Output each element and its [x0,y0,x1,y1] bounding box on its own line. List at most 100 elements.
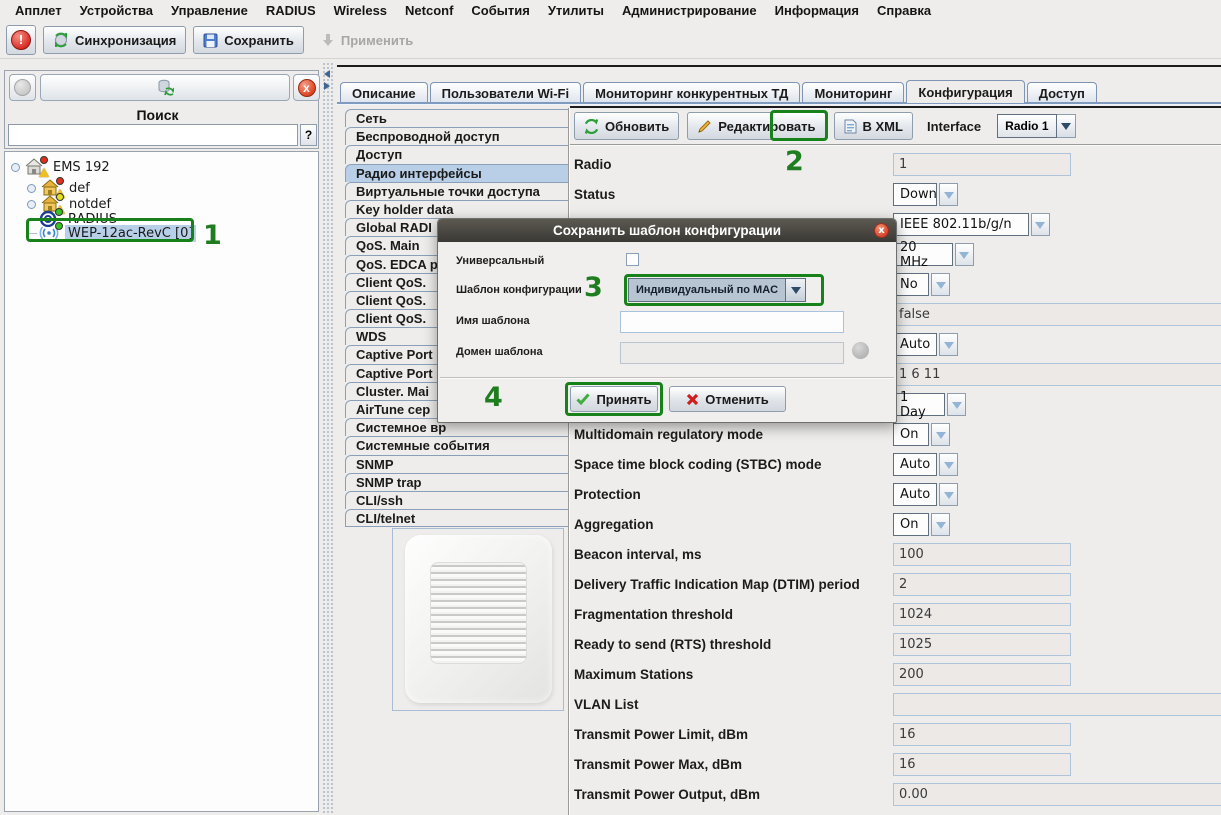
config-tab-cli-telnet[interactable]: CLI/telnet [345,509,569,527]
config-tab-cli-ssh[interactable]: CLI/ssh [345,491,569,509]
menu-item-radius[interactable]: RADIUS [257,1,325,20]
search-help-button[interactable]: ? [300,124,317,146]
menu-item-апплет[interactable]: Апплет [6,1,71,20]
tree-expand-handle[interactable] [27,200,36,209]
menu-item-информация[interactable]: Информация [766,1,868,20]
accept-button[interactable]: Принять [570,386,658,412]
chevron-down-icon[interactable] [1057,114,1076,138]
cancel-button[interactable]: Отменить [669,386,786,412]
form-row-field[interactable]: 1025 [893,633,1071,656]
config-tab-snmp-trap[interactable]: SNMP trap [345,473,569,491]
menu-item-справка[interactable]: Справка [868,1,940,20]
form-row-field[interactable]: 16 [893,723,1071,746]
form-row-field[interactable] [893,693,1221,716]
chevron-down-icon[interactable] [786,278,806,302]
form-row-field[interactable]: 16 [893,753,1071,776]
form-row-label: Aggregation [574,517,654,532]
config-tab-сеть[interactable]: Сеть [345,109,569,127]
form-row-field[interactable]: 100 [893,543,1071,566]
interface-select[interactable]: Radio 1 [997,114,1075,138]
chevron-down-icon[interactable] [939,483,958,506]
chevron-down-icon[interactable] [931,513,950,536]
tab-доступ[interactable]: Доступ [1027,82,1097,103]
sync-button[interactable]: Синхронизация [43,26,186,54]
chevron-down-icon[interactable] [947,393,966,416]
form-row-select[interactable]: 20 MHz [893,243,974,266]
menu-item-события[interactable]: События [462,1,538,20]
chevron-down-icon[interactable] [955,243,974,266]
tab-пользователи wi-fi[interactable]: Пользователи Wi-Fi [430,82,581,103]
form-row-field[interactable]: 2 [893,573,1071,596]
collapse-left-icon[interactable] [324,70,330,78]
config-tab-snmp[interactable]: SNMP [345,455,569,473]
chevron-down-icon[interactable] [931,423,950,446]
template-type-select[interactable]: Индивидуальный по MAC [628,278,806,302]
search-input[interactable] [8,124,298,146]
universal-checkbox[interactable] [626,253,639,266]
edit-button-label: Редактировать [718,119,815,134]
panel-splitter[interactable] [322,62,333,815]
menu-item-утилиты[interactable]: Утилиты [539,1,613,20]
form-row-field[interactable]: 200 [893,663,1071,686]
form-row-field[interactable]: 0.00 [893,783,1221,806]
to-xml-button-label: В XML [863,119,903,134]
menu-item-управление[interactable]: Управление [162,1,257,20]
menu-item-netconf[interactable]: Netconf [396,1,462,20]
menu-item-устройства[interactable]: Устройства [71,1,162,20]
chevron-down-icon[interactable] [939,183,958,206]
tab-мониторинг конкурентных тд[interactable]: Мониторинг конкурентных ТД [583,82,800,103]
form-row-select[interactable]: IEEE 802.11b/g/n [893,213,1050,236]
form-row-select[interactable]: No [893,273,950,296]
annotation-step-2: 2 [785,146,804,177]
form-row-select[interactable]: 1 Day [893,393,966,416]
close-tree-button[interactable]: x [293,74,320,101]
tab-мониторинг[interactable]: Мониторинг [802,82,904,103]
form-row-field[interactable]: 1 [893,153,1071,176]
config-tab-доступ[interactable]: Доступ [345,145,569,163]
chevron-down-icon[interactable] [931,273,950,296]
chevron-down-icon[interactable] [1031,213,1050,236]
add-button[interactable] [9,74,36,101]
config-tab-виртуальные-точки-доступа[interactable]: Виртуальные точки доступа [345,182,569,200]
form-row-select[interactable]: On [893,513,950,536]
tree-node-wep-12ac-revc-0-[interactable]: WEP-12ac-RevC [0] [27,224,196,242]
form-row-label: Space time block coding (STBC) mode [574,457,822,472]
menu-item-wireless[interactable]: Wireless [325,1,396,20]
dialog-close-button[interactable]: x [874,223,889,238]
to-xml-button[interactable]: В XML [834,112,913,140]
template-domain-input [620,342,844,364]
form-row-delivery-traffic-indication-map-dtim-period: Delivery Traffic Indication Map (DTIM) p… [570,570,1221,600]
tab-конфигурация[interactable]: Конфигурация [906,80,1024,103]
config-tab-беспроводной-доступ[interactable]: Беспроводной доступ [345,127,569,145]
form-row-select[interactable]: On [893,423,950,446]
refresh-button[interactable]: Обновить [574,112,679,140]
config-tab-key-holder-data[interactable]: Key holder data [345,200,569,218]
expand-right-icon[interactable] [324,82,330,90]
config-tab-радио-интерфейсы[interactable]: Радио интерфейсы [345,164,569,182]
database-sync-button[interactable] [40,74,290,101]
alarm-button[interactable]: ! [6,25,36,55]
form-row-field[interactable]: 1024 [893,603,1071,626]
dialog-titlebar[interactable]: Сохранить шаблон конфигурации x [438,219,896,242]
template-name-input[interactable] [620,311,844,333]
form-row-field[interactable]: 1 6 11 [893,363,1221,386]
form-row-select[interactable]: Auto [893,453,958,476]
form-row-select[interactable]: Auto [893,483,958,506]
tree-connector [27,233,37,234]
accept-button-label: Принять [596,392,651,407]
config-tab-системные-события[interactable]: Системные события [345,436,569,454]
save-button[interactable]: Сохранить [193,26,304,54]
form-row-select[interactable]: Auto [893,333,958,356]
tab-описание[interactable]: Описание [340,82,428,103]
tree-expand-handle[interactable] [11,163,20,172]
form-row-field[interactable]: false [893,303,1221,326]
edit-button[interactable]: Редактировать [687,112,825,140]
chevron-down-icon[interactable] [939,333,958,356]
tree-expand-handle[interactable] [27,184,36,193]
chevron-down-icon[interactable] [939,453,958,476]
form-row-select[interactable]: Down [893,183,958,206]
tree-node-ems-192[interactable]: EMS 192 [11,158,113,176]
floppy-icon [203,33,218,48]
menu-item-администрирование[interactable]: Администрирование [613,1,766,20]
interface-label: Interface [927,119,981,134]
